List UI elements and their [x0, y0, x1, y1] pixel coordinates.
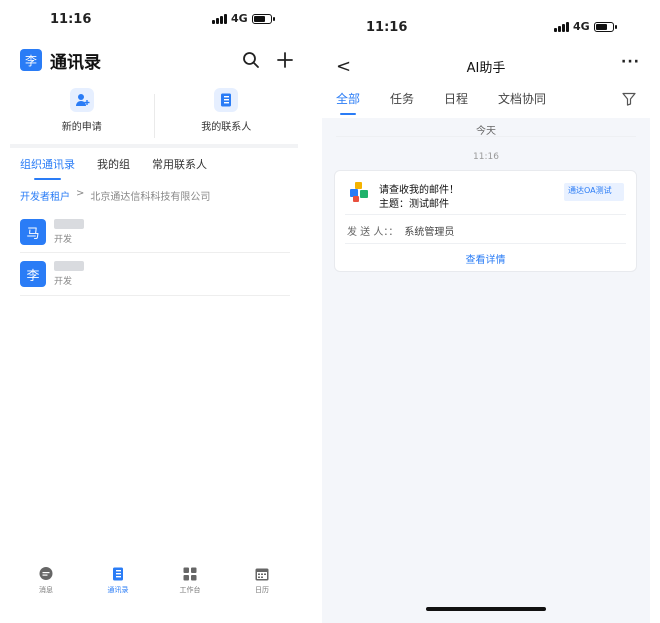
quick-actions: 新的申请 我的联系人 [10, 88, 298, 144]
filter-icon[interactable] [622, 92, 636, 106]
bottom-nav: 消息 通讯录 工作台 日历 [10, 566, 298, 606]
contacts-screen: 11:16 4G 李 通讯录 新的申请 我的联系人 组织通讯录 我的组 常用联系… [0, 0, 310, 623]
contact-avatar: 李 [20, 261, 46, 287]
nav-workbench-label: 工作台 [179, 586, 201, 594]
contacts-book-icon [214, 88, 239, 112]
add-icon[interactable] [276, 51, 294, 69]
page-title: AI助手 [466, 61, 506, 76]
message-timestamp: 11:16 [473, 152, 499, 162]
row-divider [20, 295, 290, 296]
oa-app-icon [350, 182, 368, 202]
signal-icon [212, 13, 227, 24]
signal-icon [554, 21, 569, 32]
status-time: 11:16 [366, 20, 408, 35]
nav-contacts-label: 通讯录 [107, 586, 129, 594]
add-user-icon [69, 88, 94, 112]
my-contacts-button[interactable]: 我的联系人 [155, 88, 299, 144]
page-title: 通讯录 [50, 52, 101, 73]
section-divider [10, 144, 298, 148]
breadcrumb-separator: > [76, 188, 85, 199]
status-indicators: 4G [212, 12, 275, 25]
contacts-tabs: 组织通讯录 我的组 常用联系人 [20, 156, 207, 180]
home-indicator [426, 607, 546, 611]
calendar-icon [255, 568, 269, 581]
chat-icon [39, 567, 53, 580]
sender-label: 发 送 人：： [347, 227, 399, 238]
nav-contacts[interactable]: 通讯录 [82, 566, 154, 606]
contact-avatar: 马 [20, 219, 46, 245]
sender-row: 发 送 人：： 系统管理员 [347, 223, 454, 238]
assistant-header: < AI助手 ··· [322, 54, 650, 77]
tab-doc-collab[interactable]: 文档协同 [498, 90, 546, 115]
grid-icon [183, 567, 197, 581]
redacted-name [54, 219, 84, 229]
search-icon[interactable] [242, 51, 260, 69]
my-contacts-label: 我的联系人 [201, 122, 252, 133]
ai-assistant-screen: 11:16 4G < AI助手 ··· 全部 任务 日程 文档协同 今天 11:… [322, 0, 650, 623]
tab-my-groups[interactable]: 我的组 [97, 156, 130, 180]
tab-tasks[interactable]: 任务 [390, 90, 414, 115]
card-divider [345, 243, 626, 244]
network-label: 4G [231, 12, 248, 25]
card-divider [345, 214, 626, 215]
breadcrumb: 开发者租户 > 北京通达信科科技有限公司 [20, 188, 210, 203]
contact-row[interactable]: 李 开发 [20, 254, 290, 294]
mail-notification-card[interactable]: 请查收我的邮件！ 主题：测试邮件 通达OA测试 发 送 人：： 系统管理员 查看详… [334, 170, 637, 272]
nav-messages-label: 消息 [39, 586, 53, 594]
contact-role: 开发 [54, 235, 73, 245]
nav-calendar-label: 日历 [255, 586, 269, 594]
assistant-tabs: 全部 任务 日程 文档协同 [336, 90, 546, 115]
battery-icon [593, 21, 617, 32]
battery-icon [251, 13, 275, 24]
tab-frequent-contacts[interactable]: 常用联系人 [152, 156, 207, 180]
tab-org-directory[interactable]: 组织通讯录 [20, 156, 75, 180]
redacted-name [54, 261, 84, 271]
contact-row[interactable]: 马 开发 [20, 212, 290, 252]
nav-calendar[interactable]: 日历 [226, 566, 298, 606]
network-label: 4G [573, 20, 590, 33]
contact-role: 开发 [54, 277, 73, 287]
tab-schedule[interactable]: 日程 [444, 90, 468, 115]
user-avatar[interactable]: 李 [20, 49, 42, 71]
status-bar: 11:16 4G [0, 12, 310, 30]
status-indicators: 4G [554, 20, 617, 33]
day-label: 今天 [476, 126, 496, 137]
mail-subject: 主题：测试邮件 [379, 199, 449, 210]
view-details-link[interactable]: 查看详情 [335, 251, 636, 266]
nav-messages[interactable]: 消息 [10, 566, 82, 606]
nav-workbench[interactable]: 工作台 [154, 566, 226, 606]
source-badge: 通达OA测试 [564, 183, 624, 201]
more-icon[interactable]: ··· [621, 54, 640, 70]
status-time: 11:16 [50, 12, 92, 27]
day-divider [336, 136, 636, 137]
breadcrumb-current: 北京通达信科科技有限公司 [90, 192, 211, 203]
row-divider [20, 252, 290, 253]
contacts-header: 李 通讯录 [20, 48, 294, 73]
breadcrumb-root[interactable]: 开发者租户 [20, 188, 70, 203]
tab-all[interactable]: 全部 [336, 90, 360, 115]
sender-value: 系统管理员 [404, 227, 455, 238]
new-request-label: 新的申请 [61, 122, 102, 133]
contacts-book-icon [113, 567, 123, 581]
new-request-button[interactable]: 新的申请 [10, 88, 154, 144]
status-bar: 11:16 4G [322, 20, 650, 38]
mail-title: 请查收我的邮件！ [379, 185, 459, 196]
